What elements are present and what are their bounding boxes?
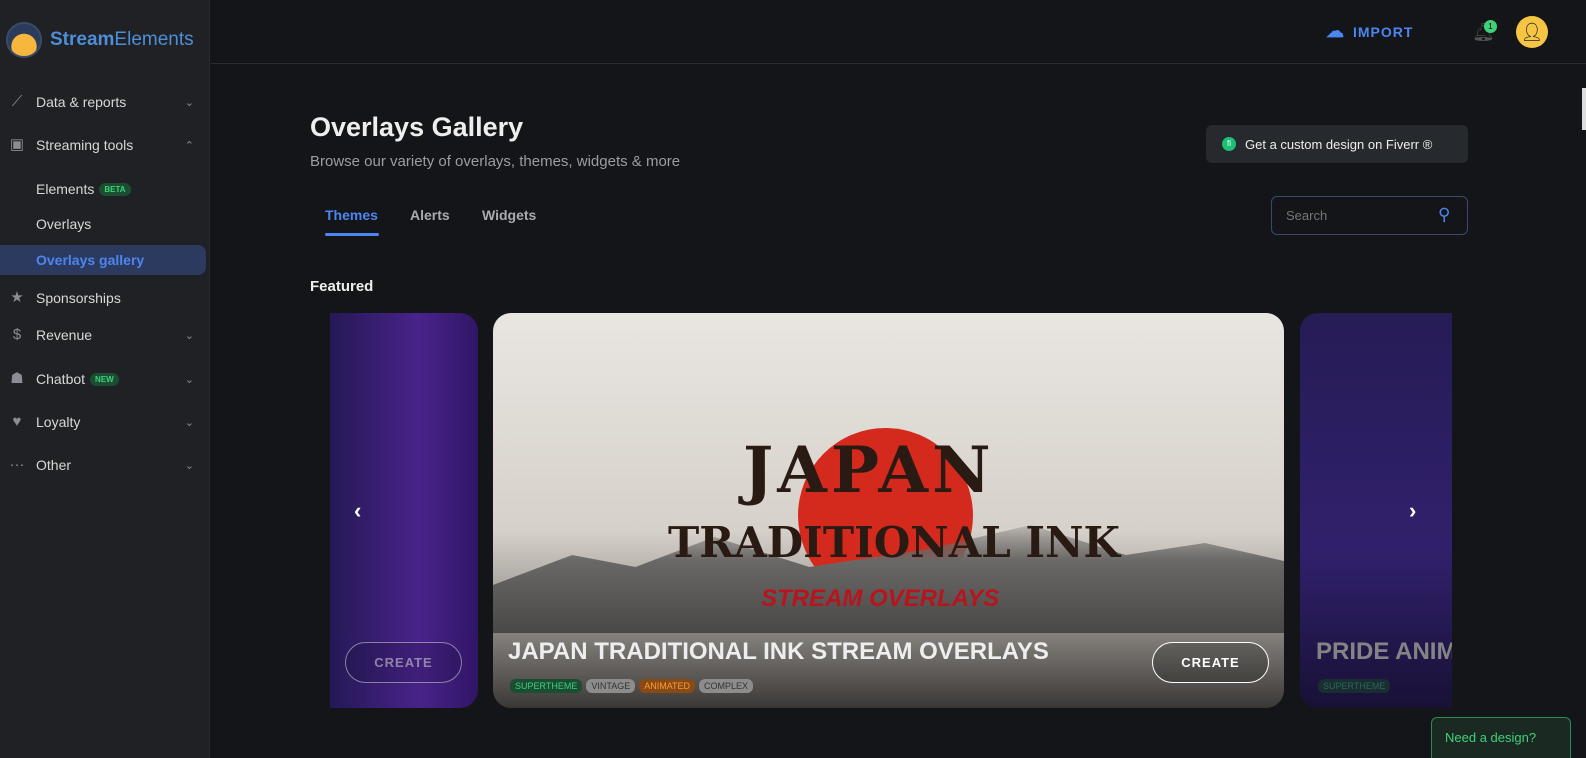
label: Elements	[36, 181, 95, 197]
label: Chatbot	[36, 371, 86, 387]
more-icon: ···	[9, 456, 25, 473]
label: Other	[36, 457, 72, 473]
fiverr-button[interactable]: fi Get a custom design on Fiverr ®	[1206, 125, 1468, 163]
fiverr-icon: fi	[1222, 137, 1236, 151]
chevron-down-icon: ⌄	[184, 329, 194, 342]
carousel-prev-arrow-icon[interactable]: ‹	[354, 498, 361, 524]
search-icon[interactable]: ⚲	[1438, 205, 1450, 225]
label: Sponsorships	[36, 290, 121, 306]
star-icon: ★	[10, 289, 24, 306]
carousel-card-next[interactable]: PRIDE ANIM SUPERTHEME	[1300, 313, 1452, 708]
tag-supertheme: SUPERTHEME	[1318, 679, 1391, 693]
tag-list: SUPERTHEME	[1318, 679, 1391, 693]
art-title-stream-overlays: STREAM OVERLAYS	[761, 585, 1000, 612]
fiverr-label: Get a custom design on Fiverr ®	[1245, 136, 1433, 152]
avatar[interactable]: 👤︎	[1516, 16, 1548, 48]
art-title-japan: JAPAN	[743, 433, 995, 508]
card-title: PRIDE ANIM	[1316, 638, 1452, 665]
sidebar-item-other[interactable]: ··· Other ⌄	[0, 448, 210, 482]
sidebar-item-chatbot[interactable]: ☗ Chatbot NEW ⌄	[0, 362, 210, 396]
card-title: JAPAN TRADITIONAL INK STREAM OVERLAYS	[508, 638, 1049, 665]
chevron-down-icon: ⌄	[184, 416, 194, 429]
tab-widgets[interactable]: Widgets	[482, 207, 536, 223]
sidebar-item-streaming-tools[interactable]: ▣ Streaming tools ⌃	[0, 128, 210, 162]
rocket-logo-icon	[6, 22, 42, 58]
sidebar-subitem-overlays-gallery[interactable]: Overlays gallery	[0, 245, 206, 275]
logo[interactable]: StreamElements	[6, 22, 194, 58]
sidebar-item-data-reports[interactable]: ⟋ Data & reports ⌄	[0, 85, 210, 119]
chevron-down-icon: ⌄	[184, 96, 194, 109]
chart-icon: ⟋	[11, 93, 23, 110]
beta-badge: BETA	[99, 182, 131, 196]
import-button[interactable]: ☁ IMPORT	[1326, 21, 1413, 42]
streaming-icon: ▣	[9, 136, 25, 153]
new-badge: NEW	[90, 372, 119, 386]
loyalty-icon: ♥	[12, 413, 22, 430]
chevron-down-icon: ⌄	[184, 459, 194, 472]
label: Overlays gallery	[36, 252, 145, 268]
sidebar-item-sponsorships[interactable]: ★ Sponsorships	[0, 281, 210, 315]
chevron-down-icon: ⌄	[184, 373, 194, 386]
sidebar-subitem-overlays[interactable]: Overlays	[0, 209, 206, 239]
sidebar-subitem-elements[interactable]: Elements BETA	[0, 174, 206, 204]
import-label: IMPORT	[1353, 23, 1414, 40]
create-button[interactable]: CREATE	[1152, 642, 1269, 683]
art-title-traditional-ink: TRADITIONAL INK	[668, 518, 1120, 567]
sidebar-item-loyalty[interactable]: ♥ Loyalty ⌄	[0, 405, 210, 439]
tag-complex: COMPLEX	[699, 679, 754, 693]
brand-name: StreamElements	[50, 29, 194, 50]
carousel-card-featured[interactable]: JAPAN TRADITIONAL INK STREAM OVERLAYS JA…	[493, 313, 1284, 708]
cloud-upload-icon: ☁	[1326, 21, 1345, 41]
label: Data & reports	[36, 94, 127, 110]
carousel-next-arrow-icon[interactable]: ›	[1409, 498, 1416, 524]
tag-animated: ANIMATED	[639, 679, 696, 693]
notification-count: 1	[1484, 20, 1497, 33]
label: Loyalty	[36, 414, 81, 430]
carousel-card-previous[interactable]: CREATE	[330, 313, 478, 708]
sidebar: StreamElements ⟋ Data & reports ⌄ ▣ Streami…	[0, 0, 210, 758]
create-button[interactable]: CREATE	[345, 642, 462, 683]
scrollbar[interactable]	[1582, 88, 1586, 130]
chevron-up-icon: ⌃	[184, 139, 194, 152]
label: Overlays	[36, 216, 92, 232]
need-design-button[interactable]: Need a design?	[1431, 717, 1571, 758]
tag-supertheme: SUPERTHEME	[510, 679, 583, 693]
tab-alerts[interactable]: Alerts	[410, 207, 450, 223]
label: Revenue	[36, 327, 93, 343]
tag-vintage: VINTAGE	[586, 679, 636, 693]
label: Streaming tools	[36, 137, 134, 153]
page-title: Overlays Gallery	[310, 112, 524, 142]
tab-themes[interactable]: Themes	[325, 207, 378, 223]
robot-icon: ☗	[10, 370, 24, 387]
tag-list: SUPERTHEME VINTAGE ANIMATED COMPLEX	[510, 679, 754, 693]
sidebar-item-revenue[interactable]: $ Revenue ⌄	[0, 318, 210, 352]
page-subtitle: Browse our variety of overlays, themes, …	[310, 153, 681, 170]
active-tab-indicator	[325, 233, 379, 236]
featured-heading: Featured	[310, 278, 374, 295]
dollar-icon: $	[12, 326, 22, 343]
